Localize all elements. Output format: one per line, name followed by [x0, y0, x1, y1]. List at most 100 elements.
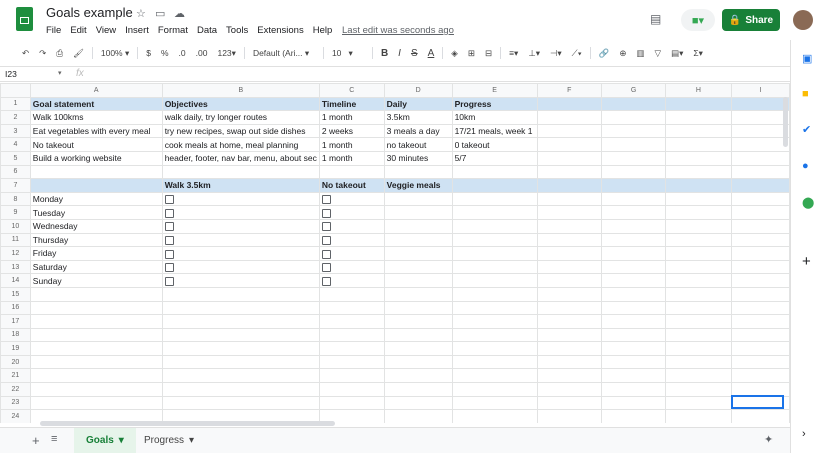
cell-G6[interactable]: [600, 164, 667, 180]
cell-C7[interactable]: No takeout: [318, 178, 385, 193]
cloud-status-icon[interactable]: ☁: [174, 7, 185, 20]
cell-B16[interactable]: [161, 300, 320, 316]
text-color-button[interactable]: A: [423, 48, 440, 59]
redo-icon[interactable]: ↷: [34, 48, 51, 59]
row-header[interactable]: 21: [0, 368, 31, 384]
cell-H5[interactable]: [665, 150, 732, 166]
cell-I17[interactable]: [730, 314, 790, 329]
cell-H15[interactable]: [665, 286, 732, 302]
cell-A20[interactable]: [29, 354, 163, 370]
cell-F2[interactable]: [536, 110, 602, 125]
cell-E3[interactable]: 17/21 meals, week 1: [451, 123, 538, 139]
cell-E16[interactable]: [451, 300, 538, 316]
cell-H11[interactable]: [665, 232, 732, 248]
row-header[interactable]: 12: [0, 246, 31, 261]
cell-A15[interactable]: [29, 286, 163, 302]
row-header[interactable]: 10: [0, 218, 31, 234]
name-box-dropdown-icon[interactable]: ▾: [58, 69, 62, 77]
cell-F20[interactable]: [536, 354, 602, 370]
cell-F14[interactable]: [536, 273, 602, 288]
cell-H19[interactable]: [665, 341, 732, 356]
cell-F4[interactable]: [536, 137, 602, 152]
checkbox[interactable]: [164, 235, 174, 245]
undo-icon[interactable]: ↶: [17, 48, 34, 59]
cell-G7[interactable]: [600, 178, 667, 193]
cell-C23[interactable]: [318, 395, 385, 411]
font-size-select[interactable]: 10 ▾: [327, 48, 369, 59]
cell-G1[interactable]: [600, 96, 667, 112]
cell-I3[interactable]: [730, 123, 790, 139]
cell-I9[interactable]: [730, 205, 790, 220]
column-header-B[interactable]: B: [161, 83, 320, 98]
calendar-icon[interactable]: ▣: [802, 52, 812, 65]
menu-data[interactable]: Data: [197, 25, 217, 36]
row-header[interactable]: 22: [0, 382, 31, 397]
fill-color-icon[interactable]: ◈: [446, 48, 463, 59]
cell-F23[interactable]: [536, 395, 602, 411]
all-sheets-icon[interactable]: ≡: [51, 433, 57, 445]
cell-E14[interactable]: [451, 273, 538, 288]
star-icon[interactable]: ☆: [136, 7, 146, 20]
checkbox[interactable]: [164, 249, 174, 259]
cell-B17[interactable]: [161, 314, 320, 329]
name-box[interactable]: I23: [5, 69, 17, 79]
cell-A21[interactable]: [29, 368, 163, 384]
cell-C13[interactable]: [318, 259, 385, 275]
selected-cell-I23[interactable]: [731, 395, 784, 409]
cell-H2[interactable]: [665, 110, 732, 125]
cell-B20[interactable]: [161, 354, 320, 370]
spreadsheet-grid[interactable]: A B C D E F G H I 1 Goal statement Objectives Timeli…: [0, 83, 790, 423]
cell-H17[interactable]: [665, 314, 732, 329]
cell-C20[interactable]: [318, 354, 385, 370]
cell-D2[interactable]: 3.5km: [383, 110, 453, 125]
horizontal-align-icon[interactable]: ≡▾: [504, 48, 523, 59]
cell-G11[interactable]: [600, 232, 667, 248]
cell-H20[interactable]: [665, 354, 732, 370]
cell-G4[interactable]: [600, 137, 667, 152]
menu-format[interactable]: Format: [158, 25, 188, 36]
insert-link-icon[interactable]: 🔗: [594, 48, 615, 59]
insert-comment-icon[interactable]: ⊕: [614, 48, 631, 59]
increase-decimal-button[interactable]: .00: [191, 48, 213, 58]
cell-D14[interactable]: [383, 273, 453, 288]
cell-B10[interactable]: [161, 218, 320, 234]
cell-D11[interactable]: [383, 232, 453, 248]
column-header-E[interactable]: E: [451, 83, 538, 98]
cell-D4[interactable]: no takeout: [383, 137, 453, 152]
row-header[interactable]: 4: [0, 137, 31, 152]
row-header[interactable]: 7: [0, 178, 31, 193]
cell-C14[interactable]: [318, 273, 385, 288]
cell-I18[interactable]: [730, 327, 790, 343]
cell-D15[interactable]: [383, 286, 453, 302]
checkbox[interactable]: [164, 195, 174, 205]
paint-format-icon[interactable]: 🖌: [68, 48, 89, 59]
cell-F6[interactable]: [536, 164, 602, 180]
cell-F17[interactable]: [536, 314, 602, 329]
cell-B14[interactable]: [161, 273, 320, 288]
cell-F1[interactable]: [536, 96, 602, 112]
cell-I11[interactable]: [730, 232, 790, 248]
cell-D16[interactable]: [383, 300, 453, 316]
menu-insert[interactable]: Insert: [125, 25, 149, 36]
cell-F15[interactable]: [536, 286, 602, 302]
cell-F11[interactable]: [536, 232, 602, 248]
cell-F18[interactable]: [536, 327, 602, 343]
text-wrap-icon[interactable]: ⊣▾: [545, 48, 567, 59]
cell-F10[interactable]: [536, 218, 602, 234]
cell-G18[interactable]: [600, 327, 667, 343]
cell-D10[interactable]: [383, 218, 453, 234]
cell-F3[interactable]: [536, 123, 602, 139]
cell-E24[interactable]: [451, 409, 538, 423]
cell-C11[interactable]: [318, 232, 385, 248]
borders-icon[interactable]: ⊞: [463, 48, 480, 59]
cell-C3[interactable]: 2 weeks: [318, 123, 385, 139]
column-header-I[interactable]: I: [730, 83, 790, 98]
cell-F5[interactable]: [536, 150, 602, 166]
cell-A10[interactable]: Wednesday: [29, 218, 163, 234]
italic-button[interactable]: I: [393, 48, 406, 59]
cell-I13[interactable]: [730, 259, 790, 275]
cell-I21[interactable]: [730, 368, 790, 384]
horizontal-scrollbar[interactable]: [40, 421, 335, 426]
cell-C5[interactable]: 1 month: [318, 150, 385, 166]
sheet-tab-goals[interactable]: Goals ▾: [74, 428, 136, 453]
